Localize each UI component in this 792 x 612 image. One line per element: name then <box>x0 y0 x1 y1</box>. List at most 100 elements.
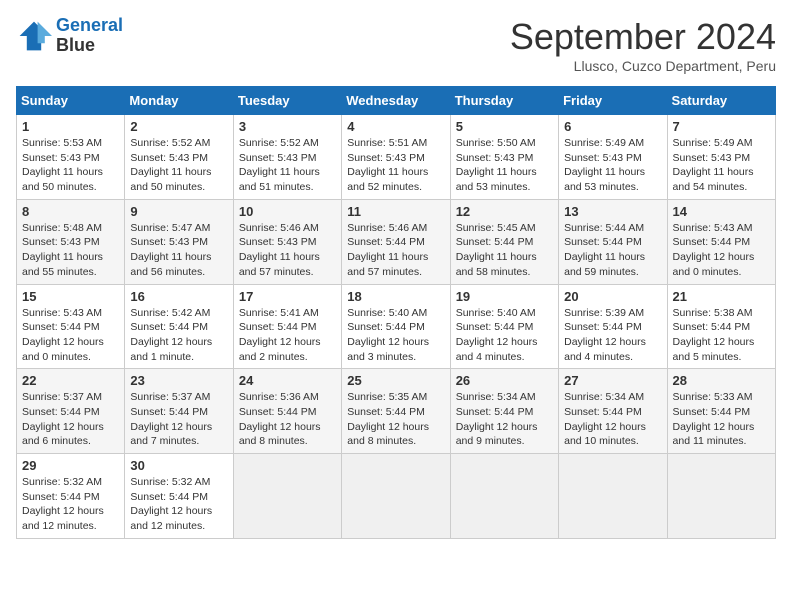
day-info: Sunrise: 5:53 AMSunset: 5:43 PMDaylight … <box>22 136 119 195</box>
day-info: Sunrise: 5:43 AMSunset: 5:44 PMDaylight … <box>22 306 119 365</box>
sunrise-text: Sunrise: 5:36 AM <box>239 390 336 405</box>
daylight-label: Daylight 12 hours <box>456 335 553 350</box>
logo-text: General Blue <box>56 16 123 56</box>
daylight-label: Daylight 12 hours <box>347 335 444 350</box>
day-header-saturday: Saturday <box>667 87 775 115</box>
daylight-label: Daylight 11 hours <box>22 250 119 265</box>
day-info: Sunrise: 5:52 AMSunset: 5:43 PMDaylight … <box>239 136 336 195</box>
daylight-minutes: and 57 minutes. <box>239 265 336 280</box>
day-number: 28 <box>673 373 770 388</box>
day-number: 22 <box>22 373 119 388</box>
day-info: Sunrise: 5:52 AMSunset: 5:43 PMDaylight … <box>130 136 227 195</box>
daylight-minutes: and 0 minutes. <box>673 265 770 280</box>
day-info: Sunrise: 5:40 AMSunset: 5:44 PMDaylight … <box>347 306 444 365</box>
daylight-minutes: and 12 minutes. <box>22 519 119 534</box>
day-info: Sunrise: 5:47 AMSunset: 5:43 PMDaylight … <box>130 221 227 280</box>
sunset-text: Sunset: 5:44 PM <box>456 320 553 335</box>
calendar-cell: 15 Sunrise: 5:43 AMSunset: 5:44 PMDayligh… <box>17 284 125 369</box>
page-header: General Blue September 2024 Llusco, Cuzc… <box>16 16 776 74</box>
daylight-minutes: and 55 minutes. <box>22 265 119 280</box>
daylight-minutes: and 4 minutes. <box>456 350 553 365</box>
sunrise-text: Sunrise: 5:45 AM <box>456 221 553 236</box>
day-info: Sunrise: 5:51 AMSunset: 5:43 PMDaylight … <box>347 136 444 195</box>
day-info: Sunrise: 5:48 AMSunset: 5:43 PMDaylight … <box>22 221 119 280</box>
daylight-minutes: and 2 minutes. <box>239 350 336 365</box>
daylight-minutes: and 11 minutes. <box>673 434 770 449</box>
sunset-text: Sunset: 5:43 PM <box>239 235 336 250</box>
daylight-minutes: and 8 minutes. <box>239 434 336 449</box>
calendar-week-5: 29Sunrise: 5:32 AMSunset: 5:44 PMDayligh… <box>17 454 776 539</box>
calendar-cell <box>342 454 450 539</box>
day-number: 12 <box>456 204 553 219</box>
day-number: 2 <box>130 119 227 134</box>
daylight-minutes: and 50 minutes. <box>22 180 119 195</box>
logo-icon <box>16 18 52 54</box>
day-number: 19 <box>456 289 553 304</box>
daylight-label: Daylight 11 hours <box>564 165 661 180</box>
sunrise-text: Sunrise: 5:49 AM <box>673 136 770 151</box>
calendar-cell: 16Sunrise: 5:42 AMSunset: 5:44 PMDayligh… <box>125 284 233 369</box>
day-info: Sunrise: 5:32 AMSunset: 5:44 PMDaylight … <box>130 475 227 534</box>
sunset-text: Sunset: 5:44 PM <box>456 235 553 250</box>
day-info: Sunrise: 5:32 AMSunset: 5:44 PMDaylight … <box>22 475 119 534</box>
calendar-cell: 14Sunrise: 5:43 AMSunset: 5:44 PMDayligh… <box>667 199 775 284</box>
sunset-text: Sunset: 5:43 PM <box>456 151 553 166</box>
daylight-label: Daylight 12 hours <box>673 420 770 435</box>
sunset-text: Sunset: 5:44 PM <box>347 235 444 250</box>
sunrise-text: Sunrise: 5:51 AM <box>347 136 444 151</box>
sunrise-text: Sunrise: 5:43 AM <box>22 306 119 321</box>
daylight-minutes: and 52 minutes. <box>347 180 444 195</box>
day-number: 1 <box>22 119 119 134</box>
location: Llusco, Cuzco Department, Peru <box>510 58 776 74</box>
calendar-cell: 6Sunrise: 5:49 AMSunset: 5:43 PMDaylight… <box>559 115 667 200</box>
day-number: 11 <box>347 204 444 219</box>
header-row: SundayMondayTuesdayWednesdayThursdayFrid… <box>17 87 776 115</box>
day-header-wednesday: Wednesday <box>342 87 450 115</box>
calendar-cell: 2 Sunrise: 5:52 AMSunset: 5:43 PMDaylight… <box>125 115 233 200</box>
daylight-label: Daylight 11 hours <box>130 250 227 265</box>
day-info: Sunrise: 5:46 AMSunset: 5:44 PMDaylight … <box>347 221 444 280</box>
day-number: 26 <box>456 373 553 388</box>
day-info: Sunrise: 5:42 AMSunset: 5:44 PMDaylight … <box>130 306 227 365</box>
daylight-minutes: and 58 minutes. <box>456 265 553 280</box>
daylight-label: Daylight 11 hours <box>130 165 227 180</box>
sunset-text: Sunset: 5:43 PM <box>130 151 227 166</box>
day-number: 21 <box>673 289 770 304</box>
day-header-monday: Monday <box>125 87 233 115</box>
daylight-minutes: and 7 minutes. <box>130 434 227 449</box>
daylight-minutes: and 1 minute. <box>130 350 227 365</box>
sunset-text: Sunset: 5:44 PM <box>564 320 661 335</box>
sunrise-text: Sunrise: 5:48 AM <box>22 221 119 236</box>
sunrise-text: Sunrise: 5:53 AM <box>22 136 119 151</box>
day-info: Sunrise: 5:45 AMSunset: 5:44 PMDaylight … <box>456 221 553 280</box>
sunrise-text: Sunrise: 5:46 AM <box>239 221 336 236</box>
day-number: 15 <box>22 289 119 304</box>
daylight-label: Daylight 11 hours <box>456 250 553 265</box>
day-number: 4 <box>347 119 444 134</box>
calendar-cell <box>450 454 558 539</box>
calendar-cell: 23Sunrise: 5:37 AMSunset: 5:44 PMDayligh… <box>125 369 233 454</box>
day-info: Sunrise: 5:37 AMSunset: 5:44 PMDaylight … <box>130 390 227 449</box>
sunrise-text: Sunrise: 5:42 AM <box>130 306 227 321</box>
daylight-label: Daylight 11 hours <box>239 250 336 265</box>
daylight-label: Daylight 11 hours <box>347 250 444 265</box>
sunset-text: Sunset: 5:43 PM <box>673 151 770 166</box>
sunset-text: Sunset: 5:44 PM <box>22 405 119 420</box>
day-number: 13 <box>564 204 661 219</box>
day-number: 27 <box>564 373 661 388</box>
calendar-cell: 26Sunrise: 5:34 AMSunset: 5:44 PMDayligh… <box>450 369 558 454</box>
sunset-text: Sunset: 5:44 PM <box>130 320 227 335</box>
day-info: Sunrise: 5:46 AMSunset: 5:43 PMDaylight … <box>239 221 336 280</box>
sunrise-text: Sunrise: 5:46 AM <box>347 221 444 236</box>
calendar-table: SundayMondayTuesdayWednesdayThursdayFrid… <box>16 86 776 539</box>
day-number: 25 <box>347 373 444 388</box>
calendar-cell: 8Sunrise: 5:48 AMSunset: 5:43 PMDaylight… <box>17 199 125 284</box>
day-info: Sunrise: 5:38 AMSunset: 5:44 PMDaylight … <box>673 306 770 365</box>
sunset-text: Sunset: 5:44 PM <box>564 235 661 250</box>
calendar-week-3: 15Sunrise: 5:43 AMSunset: 5:44 PMDayligh… <box>17 284 776 369</box>
calendar-cell: 17Sunrise: 5:41 AMSunset: 5:44 PMDayligh… <box>233 284 341 369</box>
day-number: 17 <box>239 289 336 304</box>
sunrise-text: Sunrise: 5:34 AM <box>564 390 661 405</box>
daylight-label: Daylight 12 hours <box>239 420 336 435</box>
daylight-minutes: and 9 minutes. <box>456 434 553 449</box>
